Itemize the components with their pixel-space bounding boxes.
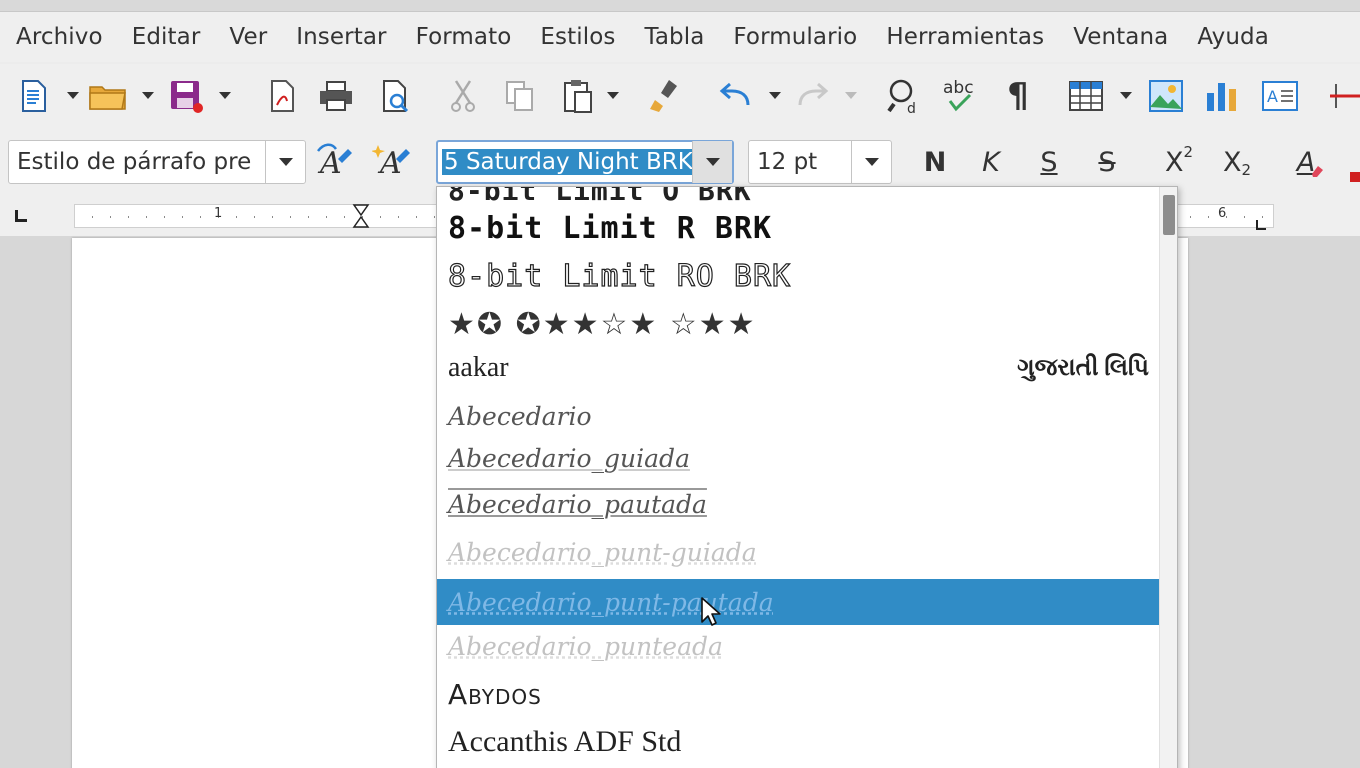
ruler-number: 1 <box>214 206 223 221</box>
paragraph-style-combo[interactable]: Estilo de párrafo pre <box>8 140 306 184</box>
new-document-dropdown[interactable] <box>66 88 80 102</box>
font-item-abecedario-punt-pautada[interactable]: Abecedario_punt-pautada <box>437 579 1161 625</box>
font-size-combo[interactable]: 12 pt <box>748 140 892 184</box>
menu-ayuda[interactable]: Ayuda <box>1197 24 1269 50</box>
indent-marker-icon[interactable] <box>352 203 370 231</box>
menu-ventana[interactable]: Ventana <box>1073 24 1168 50</box>
insert-table-dropdown[interactable] <box>1119 88 1133 102</box>
font-list-dropdown: 8-bit Limit O BRK 8-bit Limit R BRK 8-bi… <box>436 186 1178 768</box>
menu-insertar[interactable]: Insertar <box>296 24 386 50</box>
redo-dropdown[interactable] <box>844 88 858 102</box>
export-pdf-icon[interactable] <box>262 76 302 116</box>
menu-estilos[interactable]: Estilos <box>540 24 615 50</box>
font-item-8bit-limit-ro-brk[interactable]: 8-bit Limit RO BRK <box>437 253 1161 299</box>
italic-button[interactable]: K <box>974 144 1008 180</box>
update-style-icon[interactable]: A <box>314 140 354 180</box>
superscript-mark: 2 <box>1183 143 1194 161</box>
paragraph-style-dropdown-button[interactable] <box>265 141 305 183</box>
menu-ver[interactable]: Ver <box>229 24 267 50</box>
undo-icon[interactable] <box>716 76 756 116</box>
font-name-dropdown-button[interactable] <box>692 141 732 183</box>
insert-chart-icon[interactable] <box>1202 76 1242 116</box>
formatting-marks-icon[interactable]: ¶ <box>998 76 1038 116</box>
open-dropdown[interactable] <box>141 88 155 102</box>
print-preview-icon[interactable] <box>376 76 416 116</box>
new-document-icon[interactable] <box>14 76 54 116</box>
menu-formulario[interactable]: Formulario <box>733 24 857 50</box>
clone-formatting-icon[interactable] <box>646 76 686 116</box>
font-list-scroll-thumb[interactable] <box>1163 195 1175 235</box>
insert-textbox-icon[interactable]: A <box>1260 76 1300 116</box>
cut-icon[interactable] <box>443 76 483 116</box>
spelling-icon[interactable]: abc <box>942 76 982 116</box>
bold-button[interactable]: N <box>918 144 952 180</box>
font-item-aakar-sample: ગુજરાતી લિપિ <box>1017 354 1149 381</box>
right-indent-marker[interactable] <box>1256 220 1266 230</box>
font-size-dropdown-button[interactable] <box>851 141 891 183</box>
font-item-abecedario-punt-guiada[interactable]: Abecedario_punt-guiada <box>437 529 1161 575</box>
insert-image-icon[interactable] <box>1146 76 1186 116</box>
font-item-aakar[interactable]: aakar ગુજરાતી લિપિ <box>437 345 1161 391</box>
menu-archivo[interactable]: Archivo <box>16 24 103 50</box>
font-item-aakar-name: aakar <box>448 352 509 383</box>
page-break-icon[interactable] <box>1326 76 1360 116</box>
print-icon[interactable] <box>316 76 356 116</box>
menubar: Archivo Editar Ver Insertar Formato Esti… <box>0 12 1360 62</box>
strikethrough-button[interactable]: S <box>1090 144 1124 180</box>
font-item-abydos[interactable]: Abydos <box>437 671 1161 717</box>
font-item-abecedario-guiada[interactable]: Abecedario_guiada <box>437 435 1161 481</box>
svg-text:A: A <box>1267 87 1278 106</box>
font-item-stars[interactable]: ★✪ ✪★★☆★ ☆★★ <box>437 301 1161 347</box>
underline-button[interactable]: S <box>1032 144 1066 180</box>
font-name-combo[interactable]: 5 Saturday Night BRK <box>436 140 734 184</box>
window-title-strip <box>0 0 1360 12</box>
paste-dropdown[interactable] <box>606 88 620 102</box>
new-style-icon[interactable]: A <box>372 140 412 180</box>
tab-stop-selector[interactable] <box>15 210 27 222</box>
font-name-value[interactable]: 5 Saturday Night BRK <box>442 149 692 175</box>
paragraph-style-value[interactable]: Estilo de párrafo pre <box>9 149 265 175</box>
svg-text:d: d <box>907 101 916 115</box>
undo-dropdown[interactable] <box>768 88 782 102</box>
ruler-number: 6 <box>1218 206 1227 221</box>
paste-icon[interactable] <box>558 76 598 116</box>
open-folder-icon[interactable] <box>88 76 128 116</box>
subscript-button[interactable]: X2 <box>1220 144 1254 180</box>
font-item-8bit-limit-r-brk[interactable]: 8-bit Limit R BRK <box>437 205 1161 251</box>
redo-icon[interactable] <box>792 76 832 116</box>
font-item-abecedario-pautada[interactable]: Abecedario_pautada <box>437 481 1161 527</box>
eraser-icon <box>1312 166 1323 177</box>
subscript-letter: X <box>1222 146 1242 178</box>
formatting-toolbar: Estilo de párrafo pre A A 5 Saturday Nig… <box>0 130 1360 192</box>
font-item-abecedario-punteada[interactable]: Abecedario_punteada <box>437 623 1161 669</box>
svg-text:A: A <box>317 146 342 179</box>
menu-formato[interactable]: Formato <box>416 24 512 50</box>
subscript-mark: 2 <box>1241 161 1252 179</box>
font-list-scrollbar[interactable] <box>1159 187 1177 768</box>
save-dropdown[interactable] <box>218 88 232 102</box>
menu-herramientas[interactable]: Herramientas <box>886 24 1044 50</box>
standard-toolbar: d abc ¶ A <box>0 64 1360 130</box>
font-item-abecedario[interactable]: Abecedario <box>437 393 1161 439</box>
font-item-accanthis-adf-std[interactable]: Accanthis ADF Std <box>437 719 1161 765</box>
font-size-value[interactable]: 12 pt <box>749 149 851 175</box>
menu-tabla[interactable]: Tabla <box>644 24 704 50</box>
find-replace-icon[interactable]: d <box>886 76 926 116</box>
mouse-pointer-icon <box>701 597 721 626</box>
menu-editar[interactable]: Editar <box>132 24 201 50</box>
clear-formatting-button[interactable]: A <box>1286 144 1326 180</box>
font-color-indicator[interactable] <box>1350 172 1360 182</box>
superscript-letter: X <box>1164 146 1184 178</box>
save-icon[interactable] <box>166 76 206 116</box>
copy-icon[interactable] <box>500 76 540 116</box>
superscript-button[interactable]: X2 <box>1162 143 1196 180</box>
insert-table-icon[interactable] <box>1066 76 1106 116</box>
